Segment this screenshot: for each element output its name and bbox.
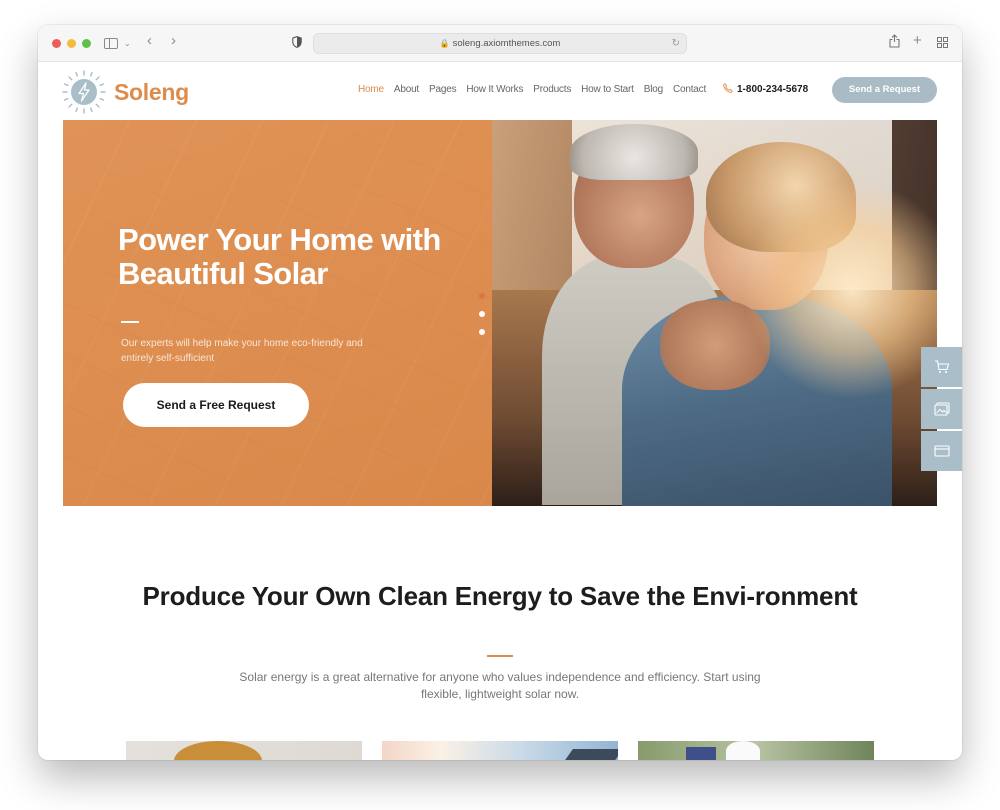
send-free-request-button[interactable]: Send a Free Request [123, 383, 309, 427]
shield-icon[interactable] [292, 36, 302, 52]
hero-slider: Power Your Home with Beautiful Solar Our… [63, 120, 937, 506]
chevron-down-icon[interactable]: ⌄ [124, 36, 131, 52]
close-window-button[interactable] [52, 39, 61, 48]
cart-icon [934, 360, 949, 373]
nav-pages[interactable]: Pages [429, 84, 457, 95]
new-tab-icon[interactable]: + [913, 33, 922, 49]
slider-dot-1[interactable] [479, 293, 485, 299]
section-divider [487, 655, 513, 657]
phone-number: 1-800-234-5678 [737, 84, 809, 95]
cart-button[interactable] [921, 347, 962, 387]
nav-contact[interactable]: Contact [673, 84, 706, 95]
worker-jacket [686, 747, 716, 760]
floating-side-panel [921, 347, 962, 471]
hero-subtitle: Our experts will help make your home eco… [121, 338, 363, 364]
nav-how-to-start[interactable]: How to Start [581, 84, 634, 95]
slider-dot-2[interactable] [479, 311, 485, 317]
slider-pagination [479, 293, 485, 335]
share-icon[interactable] [889, 34, 900, 52]
nav-home[interactable]: Home [358, 84, 384, 95]
window-controls [52, 39, 91, 48]
reload-icon[interactable]: ↻ [672, 34, 680, 53]
minimize-window-button[interactable] [67, 39, 76, 48]
phone-icon [723, 83, 733, 96]
browser-toolbar: ⌄ ‹ › 🔒 soleng.axiomthemes.com ↻ + [38, 25, 962, 62]
lock-icon: 🔒 [439, 39, 450, 48]
site-header: Soleng Home About Pages How It Works Pro… [38, 62, 962, 120]
send-request-button[interactable]: Send a Request [832, 77, 937, 103]
logo[interactable]: Soleng [62, 70, 189, 114]
main-nav: Home About Pages How It Works Products H… [358, 84, 716, 95]
feature-card-image-2[interactable] [382, 741, 618, 760]
forward-icon[interactable]: › [171, 33, 176, 49]
gallery-button[interactable] [921, 389, 962, 429]
worker-hardhat [174, 741, 262, 760]
url-text: soleng.axiomthemes.com [452, 38, 561, 49]
window-button[interactable] [921, 431, 962, 471]
nav-how-it-works[interactable]: How It Works [466, 84, 523, 95]
section-description: Solar energy is a great alternative for … [239, 670, 761, 701]
nav-about[interactable]: About [394, 84, 419, 95]
gallery-icon [933, 402, 950, 416]
sun-bolt-logo-icon [62, 70, 106, 114]
section-title: Produce Your Own Clean Energy to Save th… [142, 581, 858, 611]
zoom-window-button[interactable] [82, 39, 91, 48]
hero-title: Power Your Home with Beautiful Solar [118, 222, 441, 291]
window-icon [933, 445, 950, 457]
nav-blog[interactable]: Blog [644, 84, 663, 95]
tab-overview-icon[interactable] [937, 36, 948, 52]
hero-text-panel [63, 120, 492, 506]
solar-roof [563, 749, 618, 760]
sidebar-icon[interactable] [104, 38, 118, 49]
browser-window: ⌄ ‹ › 🔒 soleng.axiomthemes.com ↻ + Solen… [38, 25, 962, 760]
worker-helmet [726, 741, 760, 760]
back-icon[interactable]: ‹ [147, 33, 152, 49]
screen: ⌄ ‹ › 🔒 soleng.axiomthemes.com ↻ + Solen… [0, 0, 1000, 810]
brand-name: Soleng [114, 78, 189, 105]
man-hair [570, 124, 698, 180]
phone-link[interactable]: 1-800-234-5678 [723, 83, 808, 96]
hero-divider [121, 321, 139, 323]
feature-card-image-3[interactable] [638, 741, 874, 760]
hero-image-senior-couple [492, 120, 937, 506]
slider-dot-3[interactable] [479, 329, 485, 335]
feature-card-image-1[interactable] [126, 741, 362, 760]
nav-products[interactable]: Products [533, 84, 571, 95]
address-bar[interactable]: 🔒 soleng.axiomthemes.com ↻ [313, 33, 687, 54]
